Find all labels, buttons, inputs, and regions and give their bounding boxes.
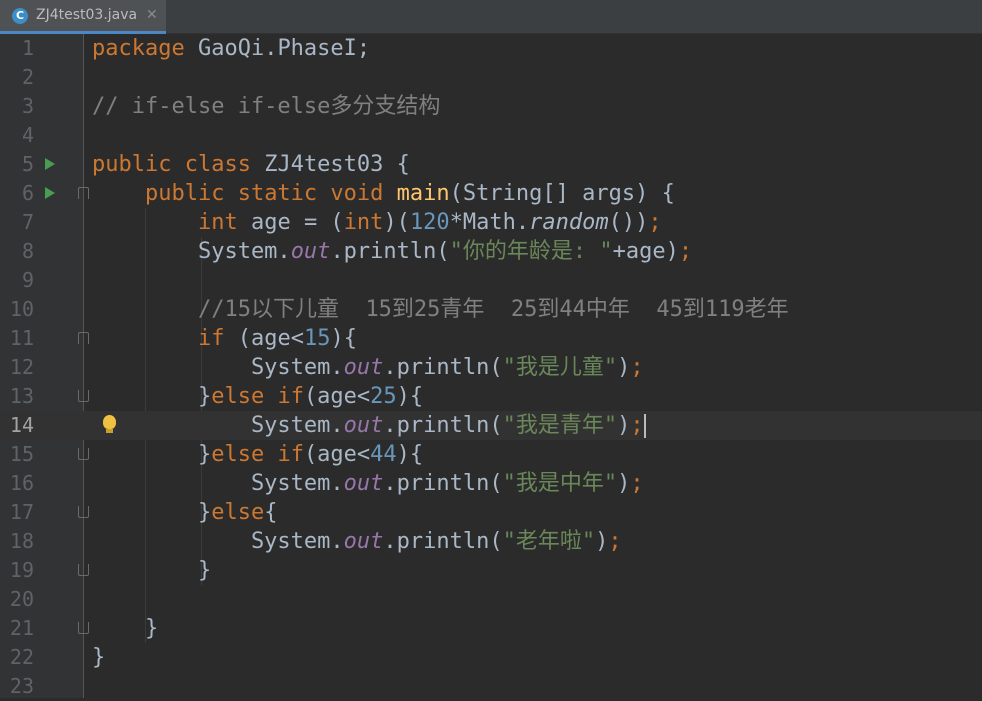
code-text: System.out.println("我是中年"); [92,471,644,496]
run-icon[interactable] [45,158,55,170]
line-number: 18 [9,529,34,553]
code-line[interactable]: 22 } [0,643,982,672]
code-line[interactable]: 4 [0,121,982,150]
text-caret [643,414,646,438]
code-line[interactable]: 23 [0,672,982,701]
code-line[interactable]: 16 System.out.println("我是中年"); [0,469,982,498]
line-number: 5 [21,152,34,176]
code-line[interactable]: 10 //15以下儿童 15到25青年 25到44中年 45到119老年 [0,295,982,324]
code-line[interactable]: 7 int age = (int)(120*Math.random()); [0,208,982,237]
code-comment: // if-else if-else多分支结构 [92,94,441,119]
code-line[interactable]: 8 System.out.println("你的年龄是: "+age); [0,237,982,266]
editor-tab-bar: C ZJ4test03.java ✕ [0,0,982,34]
code-line[interactable]: 21 } [0,614,982,643]
code-line[interactable]: 6 public static void main(String[] args)… [0,179,982,208]
code-text: System.out.println("老年啦"); [92,529,622,554]
file-tab-label: ZJ4test03.java [36,7,138,23]
code-line[interactable]: 2 [0,63,982,92]
code-text: package GaoQi.PhaseI; [92,36,371,61]
line-number: 9 [21,268,34,292]
code-line[interactable]: 19 } [0,556,982,585]
line-number: 11 [9,326,34,350]
fold-icon[interactable] [78,506,89,518]
line-number: 7 [21,210,34,234]
code-line[interactable]: 5 public class ZJ4test03 { [0,150,982,179]
code-text: } [92,645,106,670]
code-line[interactable]: 9 [0,266,982,295]
line-number: 1 [21,36,34,60]
code-text: System.out.println("我是儿童"); [92,355,644,380]
line-number: 17 [9,500,34,524]
code-line[interactable]: 13 }else if(age<25){ [0,382,982,411]
line-number: 16 [9,471,34,495]
code-text: if (age<15){ [197,326,357,351]
line-number: 4 [21,123,34,147]
code-text: //15以下儿童 15到25青年 25到44中年 45到119老年 [92,295,789,324]
line-number: 6 [21,181,34,205]
fold-icon[interactable] [78,187,89,199]
line-number: 23 [9,674,34,698]
file-tab[interactable]: C ZJ4test03.java ✕ [0,0,166,34]
code-line[interactable]: 17 }else{ [0,498,982,527]
code-line[interactable]: 18 System.out.println("老年啦"); [0,527,982,556]
code-line[interactable]: 15 }else if(age<44){ [0,440,982,469]
fold-icon[interactable] [78,564,89,576]
line-number: 15 [9,442,34,466]
code-text: } [92,558,212,583]
line-number: 22 [9,645,34,669]
java-class-icon: C [12,8,28,24]
line-number: 2 [21,65,34,89]
code-line[interactable]: 1 package GaoQi.PhaseI; [0,34,982,63]
code-text: }else{ [92,500,278,525]
current-code-line[interactable]: 14 System.out.println("我是青年"); [0,411,982,440]
code-line[interactable]: 11 if (age<15){ [0,324,982,353]
line-number: 12 [9,355,34,379]
code-line[interactable]: 3 // if-else if-else多分支结构 [0,92,982,121]
code-line[interactable]: 12 System.out.println("我是儿童"); [0,353,982,382]
line-number: 8 [21,239,34,263]
code-text: }else if(age<44){ [92,442,424,467]
code-comment: //15以下儿童 15到25青年 25到44中年 45到119老年 [197,297,789,322]
code-text: public class ZJ4test03 { [92,152,410,177]
line-number: 19 [9,558,34,582]
line-number: 3 [21,94,34,118]
code-text: System.out.println("我是青年"); [92,413,646,438]
line-number: 13 [9,384,34,408]
code-text: public static void main(String[] args) { [144,181,675,206]
line-number: 20 [9,587,34,611]
code-line[interactable]: 20 [0,585,982,614]
code-text: }else if(age<25){ [92,384,424,409]
line-number: 10 [9,297,34,321]
line-number: 21 [9,616,34,640]
run-icon[interactable] [45,187,55,199]
fold-icon[interactable] [78,448,89,460]
line-number: 14 [9,413,34,437]
close-icon[interactable]: ✕ [146,7,158,23]
fold-icon[interactable] [78,622,89,634]
code-text: int age = (int)(120*Math.random()); [197,210,662,235]
fold-icon[interactable] [78,390,89,402]
code-text: System.out.println("你的年龄是: "+age); [92,239,693,264]
fold-icon[interactable] [78,332,89,344]
code-text: } [92,616,159,641]
